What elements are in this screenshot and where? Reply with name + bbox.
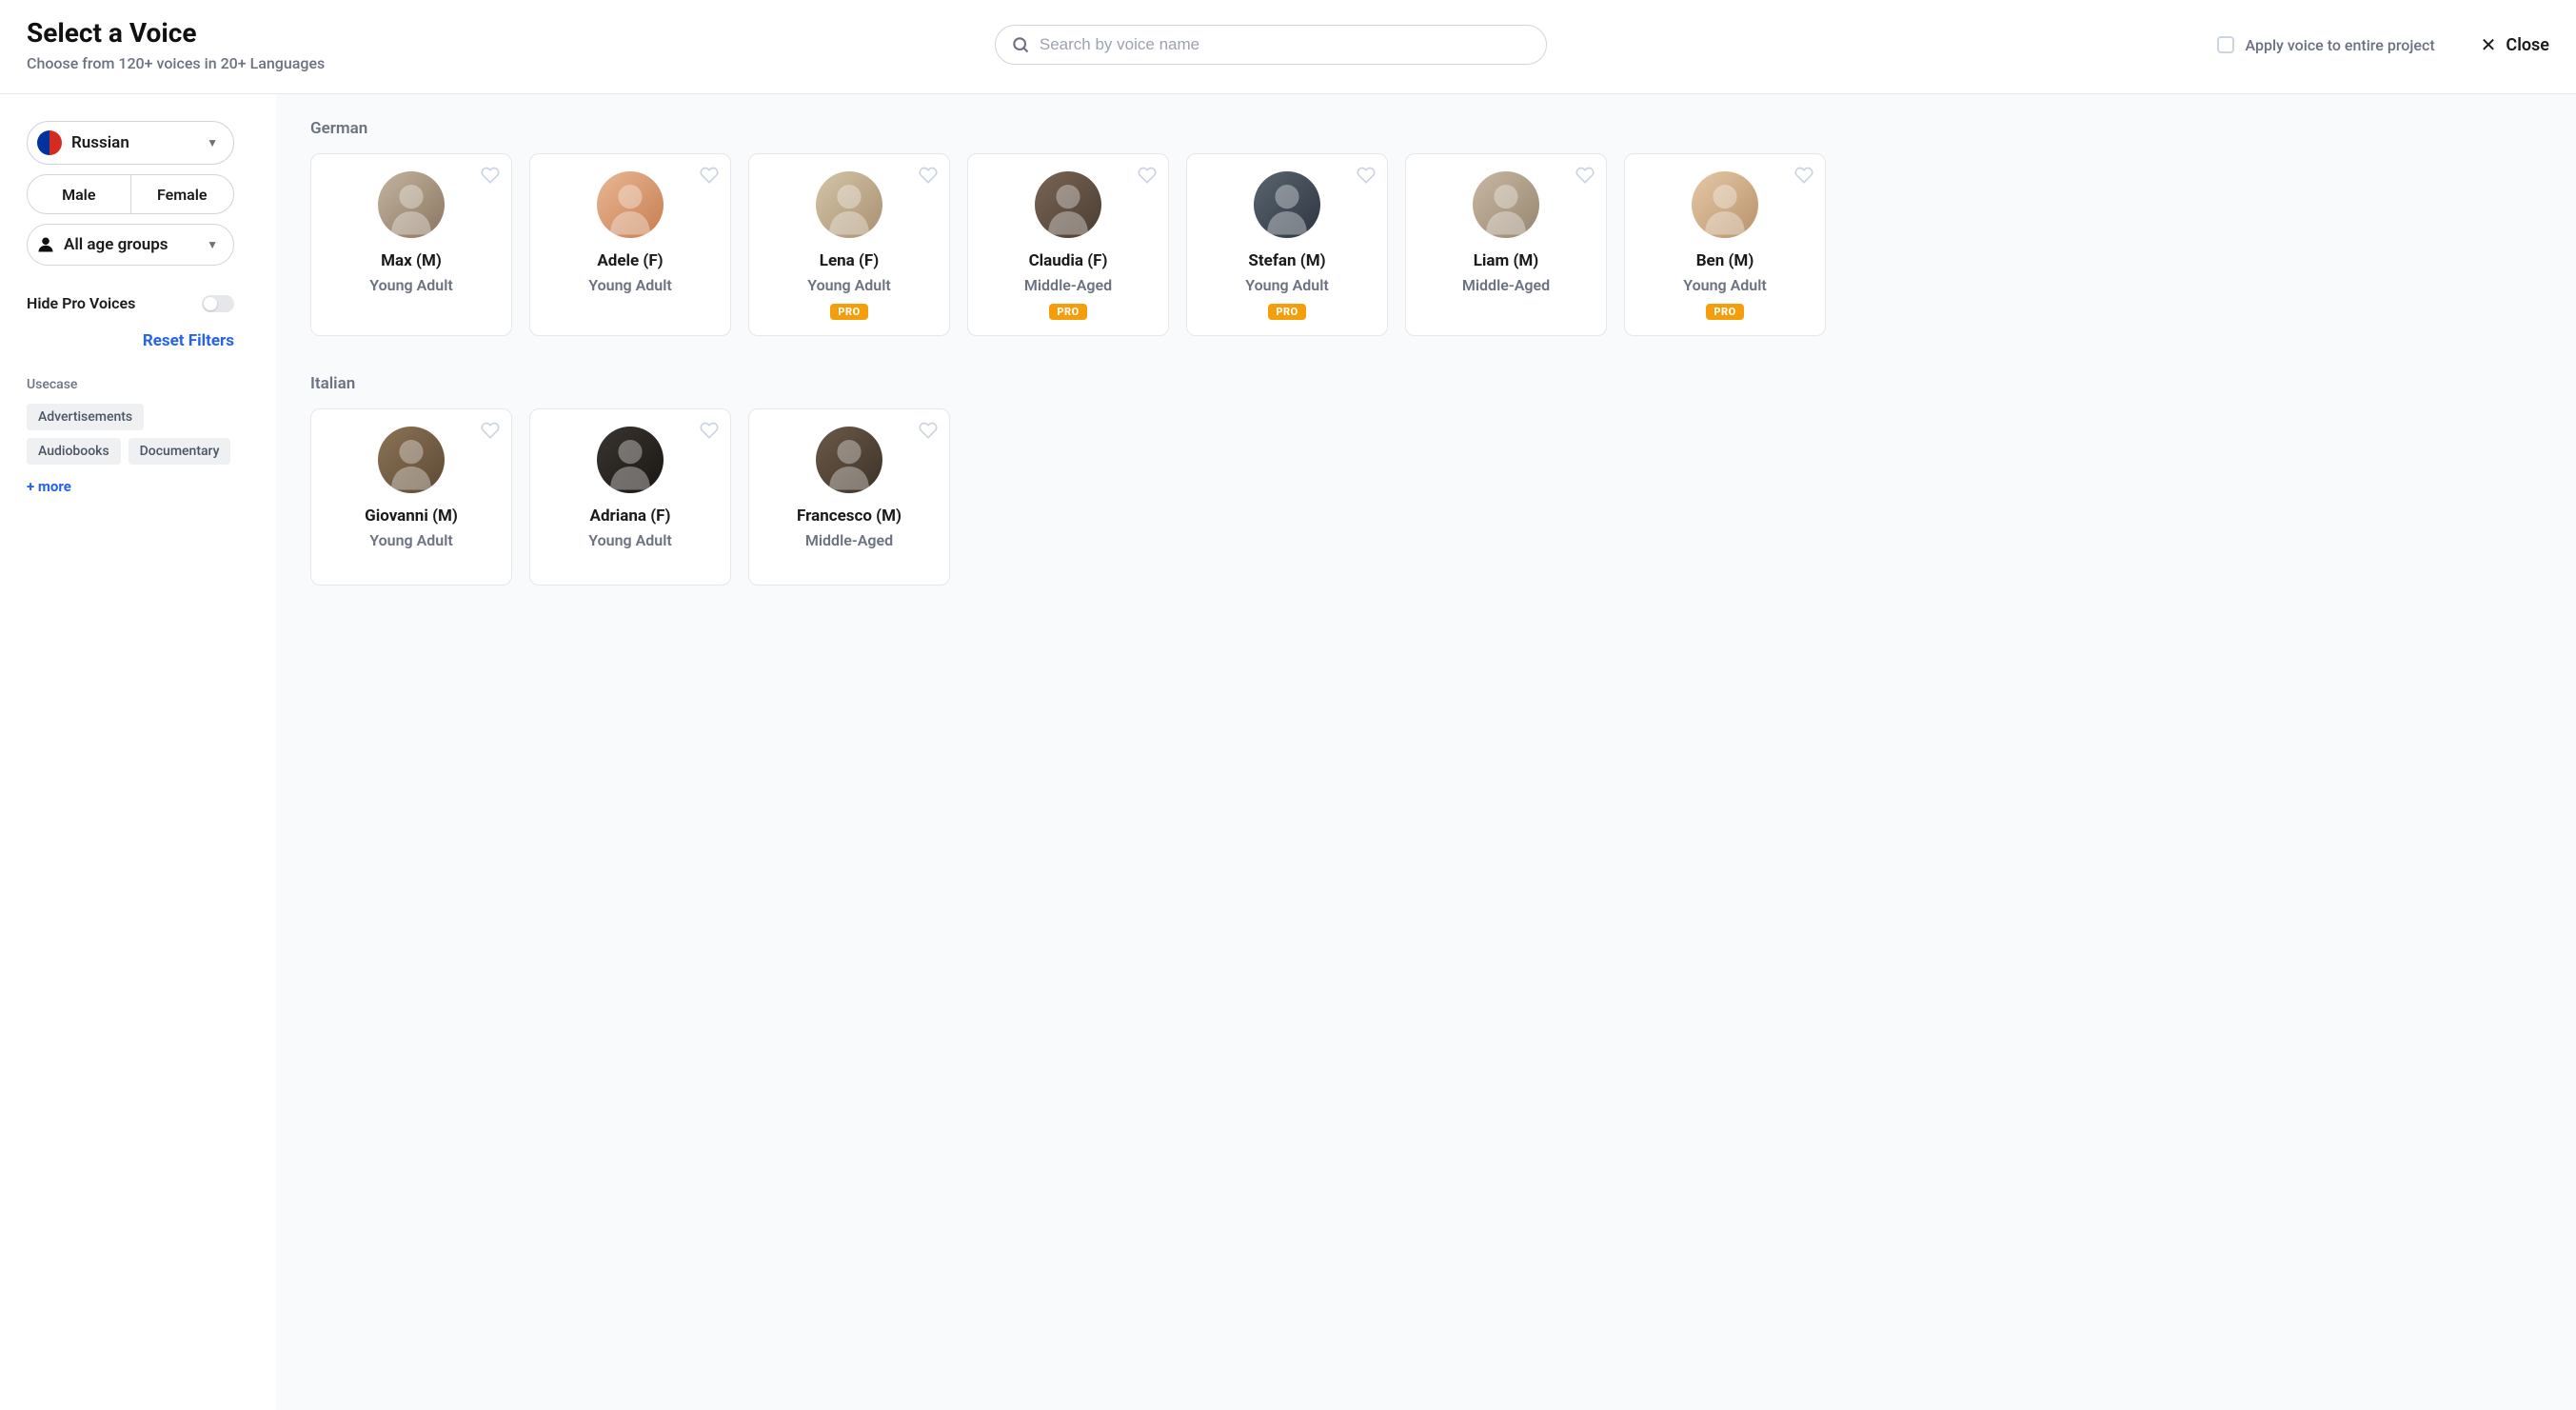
search-icon	[1011, 35, 1030, 54]
voice-card[interactable]: Stefan (M) Young Adult PRO	[1186, 153, 1388, 336]
voice-card[interactable]: Max (M) Young Adult	[310, 153, 512, 336]
voice-age: Middle-Aged	[805, 531, 893, 549]
voice-grid: Giovanni (M) Young Adult Adriana (F) Young …	[310, 408, 2542, 586]
search-input-wrap[interactable]	[995, 25, 1547, 65]
pro-badge: PRO	[1268, 304, 1305, 320]
voice-name: Francesco (M)	[797, 506, 902, 526]
voice-age: Young Adult	[369, 531, 452, 549]
voice-card[interactable]: Adele (F) Young Adult	[529, 153, 731, 336]
chevron-down-icon: ▼	[207, 136, 218, 149]
apply-voice-checkbox[interactable]	[2217, 36, 2234, 53]
usecase-tag[interactable]: Documentary	[129, 438, 231, 465]
page-title: Select a Voice	[27, 17, 325, 49]
favorite-icon[interactable]	[1138, 166, 1157, 189]
favorite-icon[interactable]	[919, 166, 938, 189]
avatar	[1692, 171, 1758, 238]
avatar	[378, 427, 445, 493]
close-button[interactable]: ✕ Close	[2481, 33, 2549, 56]
favorite-icon[interactable]	[700, 421, 719, 444]
usecase-header: Usecase	[27, 377, 249, 392]
voice-name: Ben (M)	[1696, 251, 1754, 270]
hide-pro-label: Hide Pro Voices	[27, 294, 135, 312]
more-usecases-link[interactable]: + more	[27, 478, 249, 495]
gender-male-button[interactable]: Male	[28, 175, 131, 213]
pro-badge: PRO	[1049, 304, 1086, 320]
voice-card[interactable]: Liam (M) Middle-Aged	[1405, 153, 1607, 336]
avatar	[378, 171, 445, 238]
page-subtitle: Choose from 120+ voices in 20+ Languages	[27, 54, 325, 72]
close-label: Close	[2506, 35, 2549, 55]
sidebar: Russian ▼ Male Female All age groups ▼ H…	[0, 94, 276, 1410]
flag-icon	[37, 130, 62, 155]
voice-age: Middle-Aged	[1462, 276, 1550, 294]
voice-card[interactable]: Giovanni (M) Young Adult	[310, 408, 512, 586]
voice-name: Claudia (F)	[1029, 251, 1108, 270]
avatar	[1473, 171, 1539, 238]
age-dropdown[interactable]: All age groups ▼	[27, 224, 234, 266]
close-icon: ✕	[2481, 33, 2497, 56]
language-dropdown[interactable]: Russian ▼	[27, 121, 234, 165]
pro-badge: PRO	[830, 304, 867, 320]
hide-pro-toggle[interactable]	[202, 295, 234, 312]
reset-filters-link[interactable]: Reset Filters	[27, 331, 234, 350]
header: Select a Voice Choose from 120+ voices i…	[0, 0, 2576, 94]
favorite-icon[interactable]	[481, 421, 500, 444]
chevron-down-icon: ▼	[207, 238, 218, 251]
pro-badge: PRO	[1706, 304, 1743, 320]
voice-grid: Max (M)Young AdultAdele (F)Young AdultLe…	[310, 153, 2542, 336]
voice-age: Young Adult	[1683, 276, 1766, 294]
favorite-icon[interactable]	[700, 166, 719, 189]
voice-name: Adele (F)	[597, 251, 663, 270]
voice-age: Young Adult	[369, 276, 452, 294]
search-input[interactable]	[1040, 35, 1531, 54]
favorite-icon[interactable]	[481, 166, 500, 189]
voice-age: Young Adult	[588, 531, 671, 549]
section-title: German	[310, 119, 2542, 138]
voice-card[interactable]: Adriana (F) Young Adult	[529, 408, 731, 586]
avatar	[597, 427, 664, 493]
age-label: All age groups	[64, 235, 168, 254]
favorite-icon[interactable]	[1357, 166, 1376, 189]
favorite-icon[interactable]	[1575, 166, 1595, 189]
voice-age: Young Adult	[1245, 276, 1328, 294]
voice-age: Young Adult	[807, 276, 890, 294]
avatar	[1035, 171, 1101, 238]
avatar	[816, 427, 882, 493]
voice-name: Max (M)	[381, 251, 442, 270]
favorite-icon[interactable]	[919, 421, 938, 444]
gender-segmented: Male Female	[27, 174, 234, 214]
language-label: Russian	[71, 133, 129, 152]
voice-name: Stefan (M)	[1248, 251, 1325, 270]
avatar	[1254, 171, 1320, 238]
section-title: Italian	[310, 374, 2542, 393]
voice-age: Middle-Aged	[1024, 276, 1112, 294]
apply-voice-label: Apply voice to entire project	[2246, 36, 2435, 54]
voice-card[interactable]: Ben (M) Young Adult PRO	[1624, 153, 1826, 336]
voice-name: Liam (M)	[1474, 251, 1539, 270]
voice-name: Giovanni (M)	[365, 506, 458, 526]
gender-female-button[interactable]: Female	[131, 175, 234, 213]
favorite-icon[interactable]	[1794, 166, 1813, 189]
voice-card[interactable]: Lena (F) Young Adult PRO	[748, 153, 950, 336]
voice-name: Lena (F)	[820, 251, 879, 270]
avatar	[597, 171, 664, 238]
voice-age: Young Adult	[588, 276, 671, 294]
usecase-tag[interactable]: Audiobooks	[27, 438, 121, 465]
person-icon	[37, 236, 54, 253]
usecase-tag[interactable]: Advertisements	[27, 404, 144, 430]
voice-card[interactable]: Francesco (M) Middle-Aged	[748, 408, 950, 586]
voice-card[interactable]: Claudia (F) Middle-Aged PRO	[967, 153, 1169, 336]
usecase-tags: Advertisements Audiobooks Documentary	[27, 404, 234, 465]
voice-name: Adriana (F)	[590, 506, 671, 526]
main-content: German Max (M) Young Adult Adele (F) Young A…	[276, 94, 2576, 1410]
avatar	[816, 171, 882, 238]
